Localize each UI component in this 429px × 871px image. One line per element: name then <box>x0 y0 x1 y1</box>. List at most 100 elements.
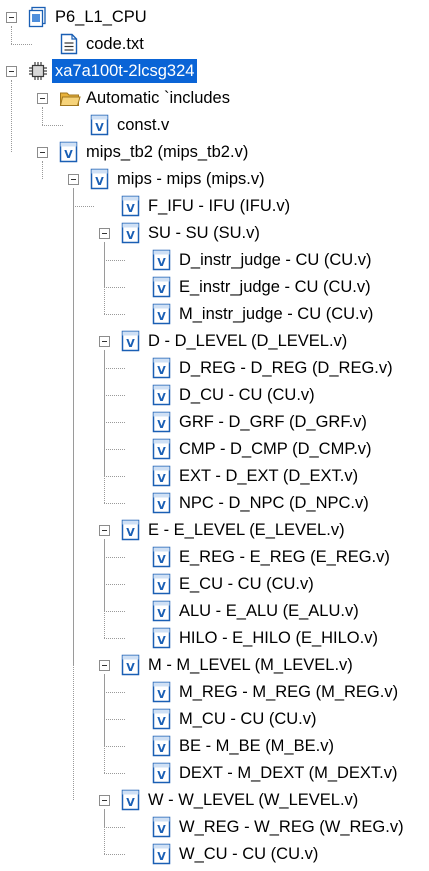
expander-minus-icon[interactable] <box>68 174 79 185</box>
tree-node-label: EXT - D_EXT (D_EXT.v) <box>179 467 359 485</box>
verilog-file-icon: V <box>152 438 172 460</box>
expander-minus-icon[interactable] <box>6 12 17 23</box>
verilog-file-icon: V <box>121 789 141 811</box>
tree-node-label: code.txt <box>86 35 144 53</box>
tree-connector <box>11 26 12 44</box>
folder-icon <box>59 87 81 109</box>
text-file-icon <box>59 33 79 55</box>
svg-text:V: V <box>126 526 135 539</box>
tree-node-label: Automatic `includes <box>86 89 230 107</box>
tree-node-d-level[interactable]: V D - D_LEVEL (D_LEVEL.v) <box>121 328 350 354</box>
tree-node-e-level[interactable]: V E - E_LEVEL (E_LEVEL.v) <box>121 517 348 543</box>
tree-connector <box>104 476 125 477</box>
tree-node-be[interactable]: V BE - M_BE (M_BE.v) <box>152 733 337 759</box>
tree-node-label: ALU - E_ALU (E_ALU.v) <box>179 602 359 620</box>
svg-text:V: V <box>126 229 135 242</box>
svg-text:V: V <box>95 175 104 188</box>
tree-node-mips-tb2[interactable]: Vmips_tb2 (mips_tb2.v) <box>59 139 251 165</box>
svg-text:V: V <box>157 445 166 458</box>
tree-connector <box>104 539 105 638</box>
svg-text:V: V <box>95 121 104 134</box>
tree-node-ext[interactable]: V EXT - D_EXT (D_EXT.v) <box>152 463 361 489</box>
tree-node-e-cu[interactable]: V E_CU - CU (CU.v) <box>152 571 317 597</box>
verilog-file-icon: V <box>152 411 172 433</box>
tree-node-f-ifu[interactable]: V F_IFU - IFU (IFU.v) <box>121 193 293 219</box>
tree-node-w-cu[interactable]: V W_CU - CU (CU.v) <box>152 841 321 867</box>
tree-connector <box>73 188 74 800</box>
expander-minus-icon[interactable] <box>99 660 110 671</box>
tree-connector <box>104 422 125 423</box>
tree-node-cmp[interactable]: V CMP - D_CMP (D_CMP.v) <box>152 436 375 462</box>
verilog-file-icon: V <box>90 168 110 190</box>
svg-text:V: V <box>126 661 135 674</box>
tree-node-project[interactable]: P6_L1_CPU <box>28 4 150 30</box>
tree-connector <box>104 395 125 396</box>
tree-node-d-cu[interactable]: V D_CU - CU (CU.v) <box>152 382 318 408</box>
verilog-file-icon: V <box>152 492 172 514</box>
tree-node-code-txt[interactable]: code.txt <box>59 31 147 57</box>
tree-node-device[interactable]: xa7a100t-2lcsg324 <box>28 58 198 84</box>
verilog-file-icon: V <box>121 654 141 676</box>
svg-text:V: V <box>157 553 166 566</box>
verilog-file-icon: V <box>121 330 141 352</box>
chip-icon <box>28 60 48 82</box>
tree-node-w-reg[interactable]: V W_REG - W_REG (W_REG.v) <box>152 814 407 840</box>
expander-minus-icon[interactable] <box>99 336 110 347</box>
tree-node-label: E_instr_judge - CU (CU.v) <box>179 278 371 296</box>
tree-connector <box>104 503 125 504</box>
tree-node-mips[interactable]: Vmips - mips (mips.v) <box>90 166 268 192</box>
tree-node-m-reg[interactable]: V M_REG - M_REG (M_REG.v) <box>152 679 401 705</box>
expander-minus-icon[interactable] <box>99 795 110 806</box>
tree-node-label: D - D_LEVEL (D_LEVEL.v) <box>148 332 348 350</box>
svg-text:V: V <box>157 283 166 296</box>
svg-text:V: V <box>157 256 166 269</box>
tree-connector <box>104 584 125 585</box>
verilog-file-icon: V <box>152 249 172 271</box>
verilog-file-icon: V <box>152 816 172 838</box>
tree-node-label: D_instr_judge - CU (CU.v) <box>179 251 372 269</box>
expander-minus-icon[interactable] <box>6 66 17 77</box>
verilog-file-icon: V <box>152 600 172 622</box>
tree-node-m-instr-judge[interactable]: V M_instr_judge - CU (CU.v) <box>152 301 376 327</box>
expander-minus-icon[interactable] <box>99 525 110 536</box>
expander-minus-icon[interactable] <box>99 228 110 239</box>
tree-node-label: NPC - D_NPC (D_NPC.v) <box>179 494 369 512</box>
svg-text:V: V <box>157 634 166 647</box>
svg-text:V: V <box>157 310 166 323</box>
verilog-file-icon: V <box>152 735 172 757</box>
project-icon <box>28 6 48 28</box>
svg-text:V: V <box>126 796 135 809</box>
tree-node-w-level[interactable]: V W - W_LEVEL (W_LEVEL.v) <box>121 787 361 813</box>
verilog-file-icon: V <box>152 627 172 649</box>
expander-minus-icon[interactable] <box>37 147 48 158</box>
tree-node-alu[interactable]: V ALU - E_ALU (E_ALU.v) <box>152 598 362 624</box>
tree-node-grf[interactable]: V GRF - D_GRF (D_GRF.v) <box>152 409 370 435</box>
verilog-file-icon: V <box>90 114 110 136</box>
hierarchy-tree: P6_L1_CPU code.txt xa7a100t-2lcsg324 Automa… <box>0 0 429 871</box>
tree-node-d-reg[interactable]: V D_REG - D_REG (D_REG.v) <box>152 355 396 381</box>
tree-connector <box>73 206 94 207</box>
tree-node-auto-includes[interactable]: Automatic `includes <box>59 85 233 111</box>
tree-node-label: GRF - D_GRF (D_GRF.v) <box>179 413 367 431</box>
expander-minus-icon[interactable] <box>37 93 48 104</box>
tree-node-m-cu[interactable]: V M_CU - CU (CU.v) <box>152 706 320 732</box>
tree-node-su[interactable]: V SU - SU (SU.v) <box>121 220 263 246</box>
tree-node-m-level[interactable]: V M - M_LEVEL (M_LEVEL.v) <box>121 652 356 678</box>
tree-node-label: D_CU - CU (CU.v) <box>179 386 315 404</box>
verilog-file-icon: V <box>152 465 172 487</box>
tree-node-d-instr-judge[interactable]: V D_instr_judge - CU (CU.v) <box>152 247 375 273</box>
verilog-file-icon: V <box>152 573 172 595</box>
tree-node-hilo[interactable]: V HILO - E_HILO (E_HILO.v) <box>152 625 381 651</box>
tree-node-label: M - M_LEVEL (M_LEVEL.v) <box>148 656 353 674</box>
tree-node-dext[interactable]: V DEXT - M_DEXT (M_DEXT.v) <box>152 760 401 786</box>
verilog-file-icon: V <box>59 141 79 163</box>
tree-node-const-v[interactable]: Vconst.v <box>90 112 172 138</box>
tree-node-e-instr-judge[interactable]: V E_instr_judge - CU (CU.v) <box>152 274 374 300</box>
tree-node-e-reg[interactable]: V E_REG - E_REG (E_REG.v) <box>152 544 393 570</box>
tree-connector <box>104 368 125 369</box>
tree-node-npc[interactable]: V NPC - D_NPC (D_NPC.v) <box>152 490 372 516</box>
tree-connector <box>104 854 125 855</box>
tree-node-label: E_REG - E_REG (E_REG.v) <box>179 548 390 566</box>
tree-node-label: P6_L1_CPU <box>55 8 147 26</box>
svg-text:V: V <box>157 742 166 755</box>
